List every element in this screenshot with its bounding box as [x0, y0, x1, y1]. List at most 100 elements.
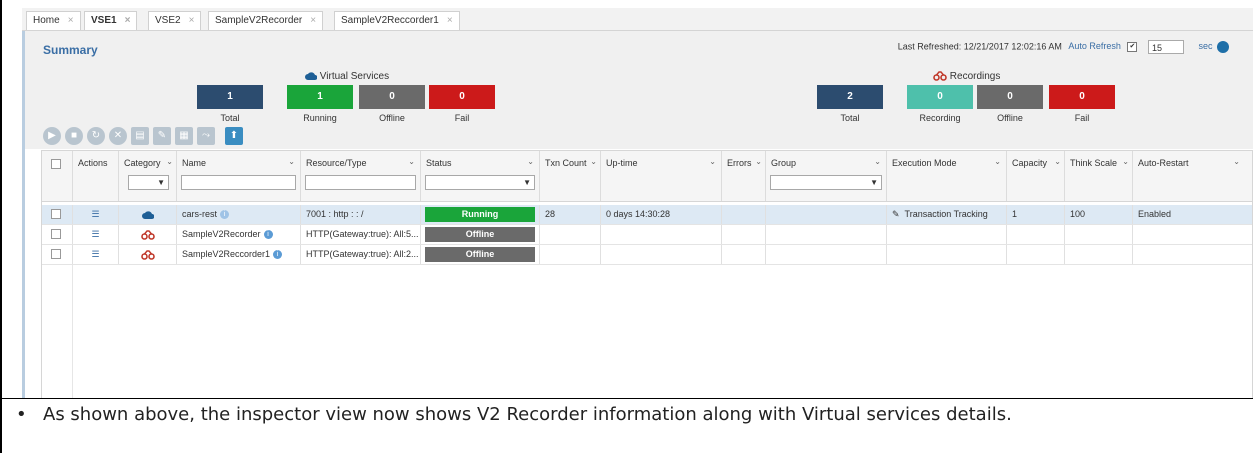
close-icon[interactable]: ×: [310, 15, 316, 26]
tab-label: SampleV2Recorder: [215, 15, 303, 26]
vs-total-count[interactable]: 1: [197, 85, 263, 109]
tab-samplev2reccorder1[interactable]: SampleV2Reccorder1 ×: [334, 11, 460, 30]
name-filter-input[interactable]: [181, 175, 296, 190]
column-status[interactable]: Status ⌄ ▼: [420, 151, 539, 201]
tab-vse2[interactable]: VSE2 ×: [148, 11, 202, 30]
column-uptime[interactable]: Up-time ⌄: [600, 151, 721, 201]
vs-fail-count[interactable]: 0: [429, 85, 495, 109]
upload-icon[interactable]: ⬆: [225, 127, 243, 145]
rec-fail-label: Fail: [1074, 113, 1090, 123]
auto-restart-cell: [1132, 245, 1252, 264]
chevron-down-icon[interactable]: ⌄: [874, 157, 881, 166]
chevron-down-icon[interactable]: ⌄: [709, 157, 716, 166]
row-checkbox[interactable]: [51, 209, 61, 219]
execution-mode-cell: [886, 245, 1006, 264]
close-icon[interactable]: ×: [189, 15, 195, 26]
play-icon[interactable]: ▶: [43, 127, 61, 145]
chevron-down-icon[interactable]: ⌄: [994, 157, 1001, 166]
chevron-down-icon[interactable]: ⌄: [408, 157, 415, 166]
column-category[interactable]: Category ⌄ ▼: [118, 151, 176, 201]
column-label: Errors: [727, 158, 752, 168]
chevron-down-icon[interactable]: ⌄: [1233, 157, 1240, 166]
column-resource[interactable]: Resource/Type ⌄: [300, 151, 420, 201]
category-filter-select[interactable]: ▼: [128, 175, 169, 190]
recordings-heading: Recordings: [933, 71, 1000, 82]
inspector-panel: Summary Last Refreshed: 12/21/2017 12:02…: [22, 31, 1253, 399]
edit-pencil-icon[interactable]: ✎: [892, 209, 900, 219]
chevron-down-icon[interactable]: ⌄: [1054, 157, 1061, 166]
column-txn-count[interactable]: Txn Count ⌄: [539, 151, 600, 201]
auto-refresh-checkbox[interactable]: ✔: [1127, 42, 1138, 52]
rec-total-count[interactable]: 2: [817, 85, 883, 109]
list-actions-icon[interactable]: ☰: [72, 225, 118, 244]
column-label: Status: [426, 158, 452, 168]
close-icon[interactable]: ×: [447, 15, 453, 26]
row-checkbox[interactable]: [51, 249, 61, 259]
rec-fail-count[interactable]: 0: [1049, 85, 1115, 109]
deploy-icon[interactable]: ⤳: [197, 127, 215, 145]
column-auto-restart[interactable]: Auto-Restart ⌄: [1132, 151, 1252, 201]
interval-unit: sec: [1198, 41, 1213, 52]
info-icon[interactable]: i: [263, 230, 273, 240]
refresh-icon[interactable]: [1217, 41, 1229, 53]
column-errors[interactable]: Errors ⌄: [721, 151, 765, 201]
service-name-cell[interactable]: SampleV2Reccorder1 i: [176, 245, 300, 264]
resource-cell: HTTP(Gateway:true): All:5...: [300, 225, 420, 244]
chevron-down-icon[interactable]: ⌄: [166, 157, 173, 166]
rec-offline-label: Offline: [997, 113, 1023, 123]
status-filter-select[interactable]: ▼: [425, 175, 535, 190]
close-icon[interactable]: ×: [125, 15, 131, 26]
close-icon[interactable]: ×: [68, 15, 74, 26]
service-name-cell[interactable]: SampleV2Recorder i: [176, 225, 300, 244]
execution-mode-cell[interactable]: ✎ Transaction Tracking: [886, 205, 1006, 224]
delete-icon[interactable]: ✕: [109, 127, 127, 145]
save-icon[interactable]: ▦: [175, 127, 193, 145]
vs-running-count[interactable]: 1: [287, 85, 353, 109]
column-capacity[interactable]: Capacity ⌄: [1006, 151, 1064, 201]
refresh-interval-input[interactable]: 15: [1147, 40, 1184, 54]
auto-refresh-link[interactable]: Auto Refresh: [1068, 41, 1121, 51]
refresh-icon[interactable]: ↻: [87, 127, 105, 145]
info-icon[interactable]: i: [220, 210, 230, 220]
group-cell: [765, 225, 886, 244]
row-checkbox[interactable]: [51, 229, 61, 239]
service-name: SampleV2Recorder: [182, 229, 261, 239]
tab-vse1[interactable]: VSE1 ×: [84, 11, 138, 30]
chevron-down-icon[interactable]: ⌄: [590, 157, 597, 166]
bullet-marker: •: [16, 404, 27, 425]
status-cell: Offline: [420, 245, 539, 264]
table-row[interactable]: ☰ cars-rest i 7001 : http : : / Running 2…: [42, 205, 1252, 225]
column-execution-mode[interactable]: Execution Mode ⌄: [886, 151, 1006, 201]
document-icon[interactable]: ▤: [131, 127, 149, 145]
vs-offline-count[interactable]: 0: [359, 85, 425, 109]
service-name-cell[interactable]: cars-rest i: [176, 205, 300, 224]
column-think-scale[interactable]: Think Scale ⌄: [1064, 151, 1132, 201]
stop-icon[interactable]: ■: [65, 127, 83, 145]
rec-offline-count[interactable]: 0: [977, 85, 1043, 109]
settings-icon[interactable]: ✎: [153, 127, 171, 145]
rec-recording-count[interactable]: 0: [907, 85, 973, 109]
column-group[interactable]: Group ⌄ ▼: [765, 151, 886, 201]
group-cell: [765, 205, 886, 224]
list-actions-icon[interactable]: ☰: [72, 205, 118, 224]
chevron-down-icon[interactable]: ⌄: [755, 157, 762, 166]
status-badge: Offline: [425, 227, 535, 242]
resource-filter-input[interactable]: [305, 175, 416, 190]
uptime-cell: [600, 245, 721, 264]
table-row[interactable]: ☰ SampleV2Recorder i HTTP(Gateway:true): …: [42, 225, 1252, 245]
chevron-down-icon[interactable]: ⌄: [288, 157, 295, 166]
group-cell: [765, 245, 886, 264]
chevron-down-icon[interactable]: ⌄: [527, 157, 534, 166]
group-filter-select[interactable]: ▼: [770, 175, 882, 190]
column-name[interactable]: Name ⌄: [176, 151, 300, 201]
tab-samplev2recorder[interactable]: SampleV2Recorder ×: [208, 11, 324, 30]
tab-home[interactable]: Home ×: [26, 11, 81, 30]
table-row[interactable]: ☰ SampleV2Reccorder1 i HTTP(Gateway:true)…: [42, 245, 1252, 265]
select-all-checkbox[interactable]: [51, 159, 61, 169]
info-icon[interactable]: i: [273, 250, 283, 260]
virtual-services-title: Virtual Services: [319, 71, 390, 82]
capacity-cell: [1006, 225, 1064, 244]
chevron-down-icon[interactable]: ⌄: [1122, 157, 1129, 166]
txn-count-cell: [539, 245, 600, 264]
list-actions-icon[interactable]: ☰: [72, 245, 118, 264]
